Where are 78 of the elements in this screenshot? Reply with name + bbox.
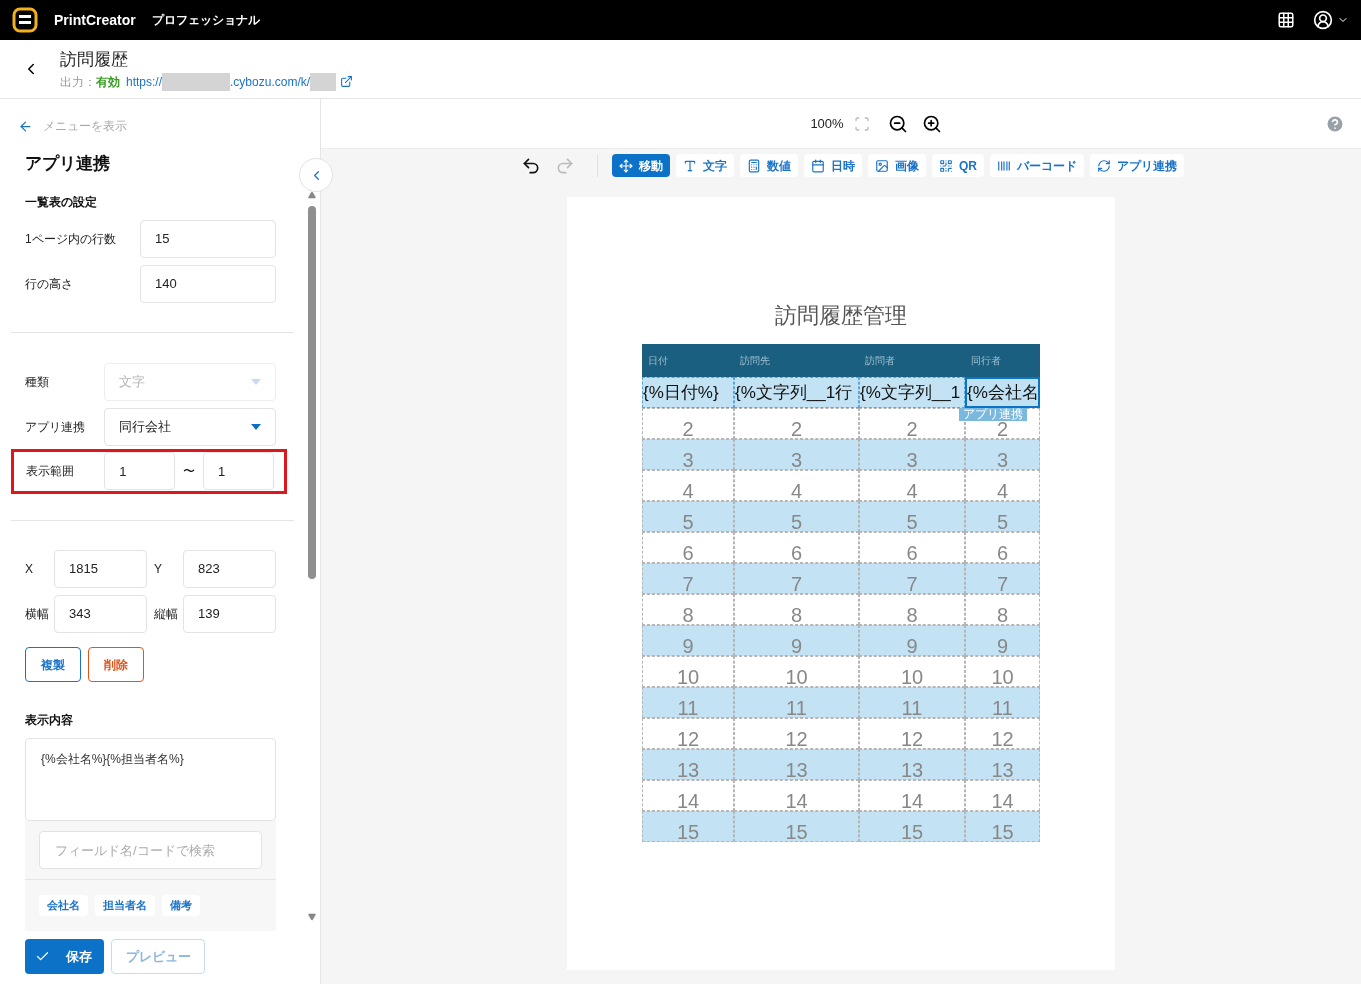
coordinate-field[interactable]: 1815 [54, 550, 147, 589]
refresh-icon [1097, 158, 1111, 173]
field-label: 種類 [25, 373, 49, 391]
table-cell: 15 [965, 811, 1040, 842]
undo-icon[interactable] [521, 155, 541, 176]
caret-icon [251, 423, 261, 430]
scrollbar[interactable] [307, 191, 317, 921]
account-menu[interactable] [1313, 10, 1349, 30]
table-cell: 15 [642, 811, 734, 842]
field-chip[interactable]: 会社名 [39, 895, 88, 916]
zoom-level: 100% [810, 114, 844, 133]
template-field[interactable]: {%会社名 [965, 377, 1040, 408]
output-status: 有効 [96, 73, 120, 91]
text-icon [683, 158, 697, 173]
caret-icon [251, 378, 261, 385]
dropdown[interactable]: 同行会社 [104, 407, 276, 446]
move-icon [619, 158, 633, 173]
qr-code-icon [939, 158, 953, 173]
coordinate-field[interactable]: 139 [183, 595, 276, 634]
column-header: 日付 [647, 354, 669, 368]
field-label: 表示範囲 [26, 463, 75, 481]
zoom-out-icon[interactable] [887, 113, 908, 134]
field-chip[interactable]: 備考 [162, 895, 200, 916]
edition-label: プロフェッショナル [151, 12, 260, 29]
zoom-in-icon[interactable] [921, 113, 942, 134]
field-label: Y [154, 561, 163, 579]
field-label: 横幅 [25, 606, 50, 624]
account-icon [1313, 10, 1333, 30]
barcode-icon [997, 158, 1011, 173]
range-from-field[interactable]: 1 [104, 452, 176, 491]
tool-button[interactable]: 画像 [868, 154, 926, 177]
app-logo-icon [12, 7, 38, 33]
coordinate-field[interactable]: 823 [183, 550, 276, 589]
section-title: 一覧表の設定 [25, 193, 98, 211]
field-label: アプリ連携 [25, 418, 85, 436]
column-header: 訪問者 [864, 354, 896, 368]
column-header: 同行者 [970, 354, 1002, 368]
tool-button[interactable]: QR [932, 154, 984, 177]
external-link-icon[interactable] [340, 75, 354, 89]
page-title: 訪問履歴 [60, 49, 129, 72]
range-separator: 〜 [182, 463, 197, 481]
output-label: 出力： [60, 73, 96, 91]
field-label: 縦幅 [154, 606, 179, 624]
scroll-down-icon[interactable] [308, 913, 316, 921]
selection-tag: アプリ連携 [959, 408, 1027, 421]
table-cell: 15 [734, 811, 859, 842]
tool-button[interactable]: 日時 [804, 154, 862, 177]
row-height-field[interactable]: 140 [140, 264, 276, 303]
image-icon [875, 158, 889, 173]
apps-icon[interactable] [1277, 11, 1295, 29]
scroll-up-icon[interactable] [308, 191, 316, 199]
table-cell: 15 [859, 811, 965, 842]
help-icon[interactable] [1325, 113, 1345, 134]
tool-button[interactable]: アプリ連携 [1090, 154, 1184, 177]
field-label: 行の高さ [25, 275, 73, 293]
rows-per-page-field[interactable]: 15 [140, 219, 276, 258]
tool-button[interactable]: バーコード [990, 154, 1084, 177]
column-header: 訪問先 [739, 354, 771, 368]
panel-title: アプリ連携 [25, 153, 111, 175]
calendar-icon [811, 158, 825, 173]
range-to-field[interactable]: 1 [202, 452, 274, 491]
content-textarea[interactable]: {%会社名%}{%担当者名%} [25, 738, 276, 821]
save-button[interactable]: 保存 [25, 939, 104, 974]
app-name: PrintCreator [54, 10, 136, 30]
coordinate-field[interactable]: 343 [54, 595, 147, 634]
app-url-link[interactable]: https:// .cybozu.com/k/ [126, 72, 337, 91]
field-label: X [25, 561, 34, 579]
tool-button[interactable]: 文字 [676, 154, 734, 177]
duplicate-button[interactable]: 複製 [25, 647, 81, 683]
calculator-icon [747, 158, 761, 173]
tool-button[interactable]: 移動 [612, 154, 670, 177]
section-title: 表示内容 [25, 712, 74, 730]
field-chip[interactable]: 担当者名 [95, 895, 155, 916]
document-title: 訪問履歴管理 [775, 302, 907, 330]
field-search-input[interactable]: フィールド名/コードで検索 [39, 831, 262, 869]
field-label: 1ページ内の行数 [25, 230, 116, 248]
tool-button[interactable]: 数値 [740, 154, 798, 177]
delete-button[interactable]: 削除 [88, 647, 144, 683]
